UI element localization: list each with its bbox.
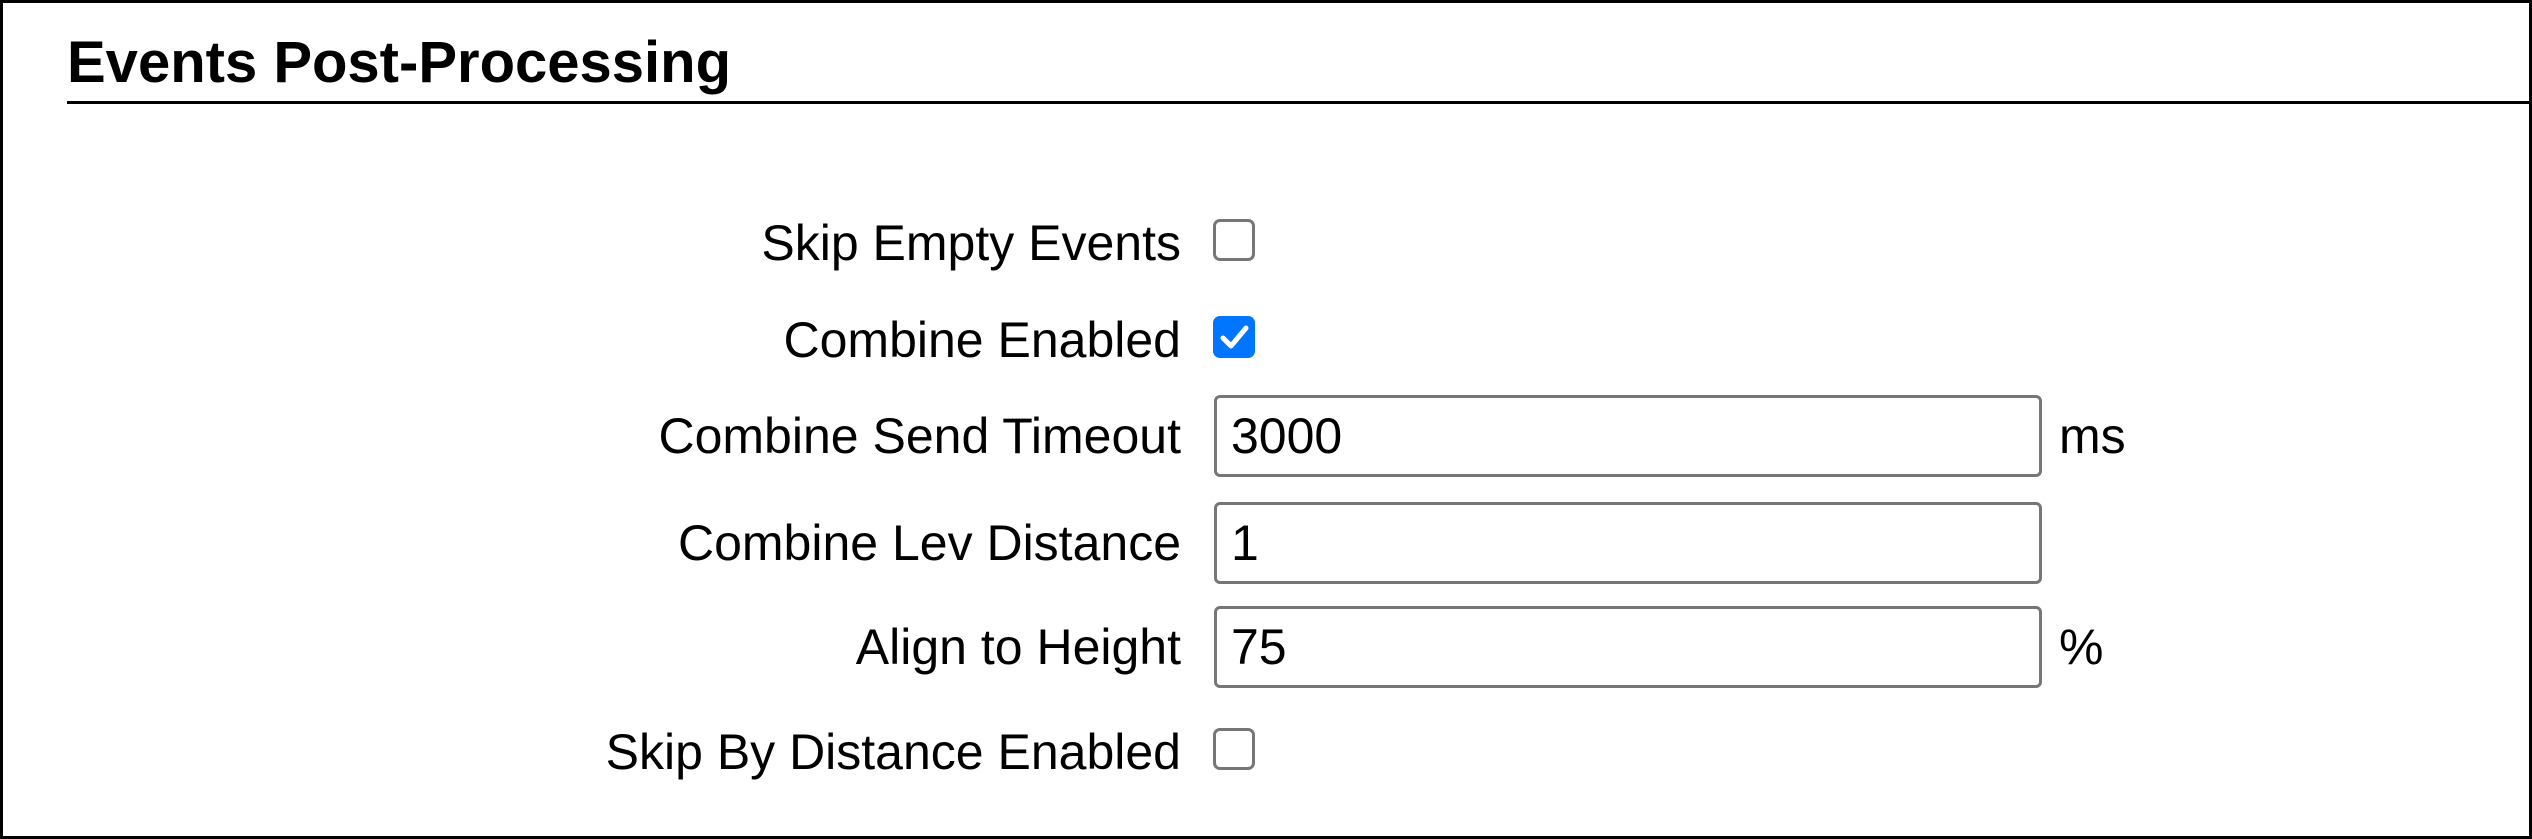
combine-send-timeout-label: Combine Send Timeout [658,408,1181,464]
events-post-processing-panel: Events Post-Processing Skip Empty Events… [0,0,2532,839]
align-to-height-label: Align to Height [855,619,1181,675]
combine-enabled-checkbox[interactable] [1213,316,1255,358]
skip-empty-events-checkbox[interactable] [1213,219,1255,261]
combine-enabled-label: Combine Enabled [783,312,1182,368]
align-to-height-unit: % [2059,619,2104,675]
section-title: Events Post-Processing [67,30,731,95]
combine-send-timeout-input[interactable] [1214,395,2042,477]
combine-lev-distance-label: Combine Lev Distance [677,515,1181,571]
align-to-height-input[interactable] [1214,606,2042,688]
combine-lev-distance-input[interactable] [1214,502,2042,584]
checkmark-icon [1220,325,1249,349]
skip-by-distance-enabled-checkbox[interactable] [1213,728,1255,770]
skip-empty-events-label: Skip Empty Events [761,215,1181,271]
section-divider [67,101,2529,104]
combine-send-timeout-unit: ms [2059,408,2126,464]
skip-by-distance-enabled-label: Skip By Distance Enabled [605,724,1181,780]
